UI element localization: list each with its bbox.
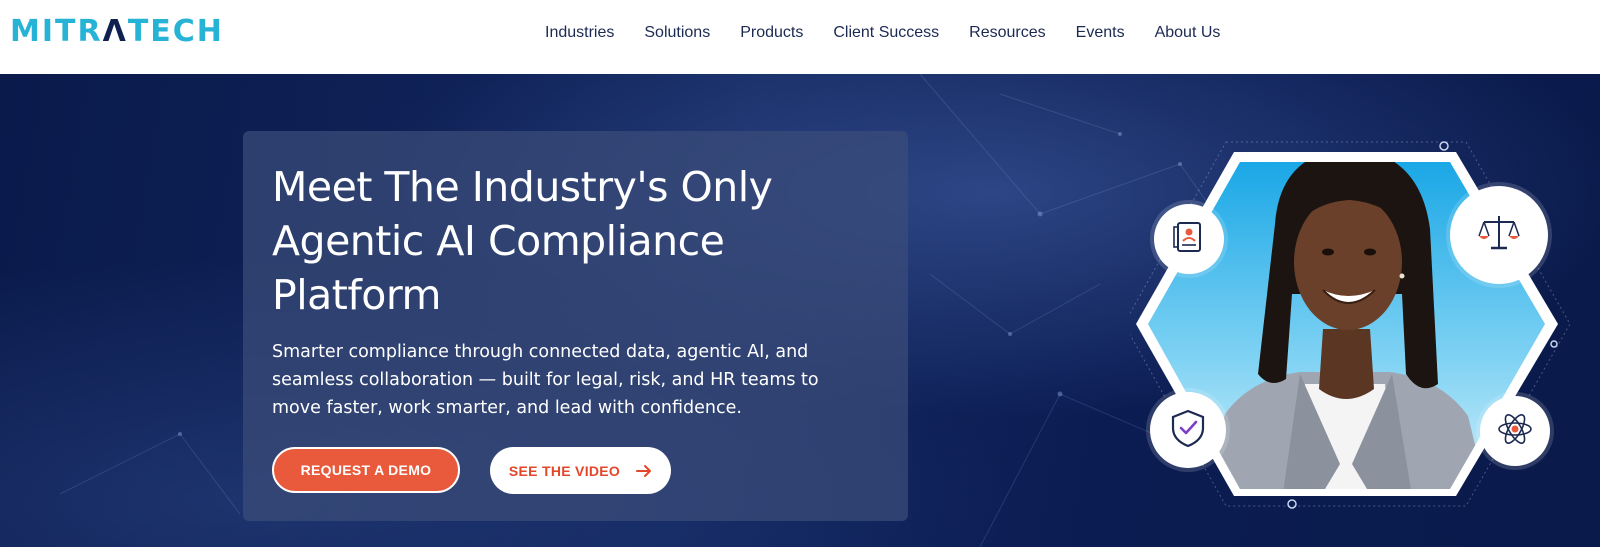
scales-icon [1476, 210, 1522, 260]
request-demo-button[interactable]: REQUEST A DEMO [272, 447, 460, 493]
id-card-icon [1171, 219, 1207, 259]
hero-section: Meet The Industry's Only Agentic AI Comp… [0, 74, 1600, 547]
nav-about-us[interactable]: About Us [1155, 24, 1221, 42]
hero-title-line-1: Meet The Industry's Only [272, 163, 773, 211]
mitratech-logo[interactable]: MITRΛTECH [10, 14, 224, 50]
id-card-badge [1154, 204, 1224, 274]
logo-text-start: MITR [10, 14, 103, 49]
shield-check-icon [1169, 408, 1207, 452]
nav-industries[interactable]: Industries [545, 24, 614, 42]
hero-title: Meet The Industry's Only Agentic AI Comp… [272, 160, 872, 322]
logo-text-end: TECH [127, 14, 224, 49]
see-video-label: SEE THE VIDEO [508, 462, 621, 479]
hero-title-line-2: Agentic AI Compliance [272, 217, 725, 265]
scales-badge [1450, 186, 1548, 284]
atom-badge [1480, 396, 1550, 466]
main-nav: Industries Solutions Products Client Suc… [545, 0, 1250, 66]
arrow-right-icon [636, 464, 652, 478]
hero-title-line-3: Platform [272, 271, 441, 319]
request-demo-label: REQUEST A DEMO [300, 462, 432, 478]
hero-subtitle: Smarter compliance through connected dat… [272, 342, 819, 418]
logo-a-mark: Λ [102, 14, 128, 49]
shield-badge [1150, 392, 1226, 468]
hero-visual [1123, 134, 1590, 514]
nav-products[interactable]: Products [740, 24, 803, 42]
site-header: MITRΛTECH Industries Solutions Products … [0, 0, 1600, 74]
nav-solutions[interactable]: Solutions [644, 24, 710, 42]
atom-icon [1495, 409, 1535, 453]
nav-resources[interactable]: Resources [969, 24, 1045, 42]
nav-events[interactable]: Events [1076, 24, 1125, 42]
nav-client-success[interactable]: Client Success [833, 24, 939, 42]
see-video-button[interactable]: SEE THE VIDEO [490, 447, 671, 494]
